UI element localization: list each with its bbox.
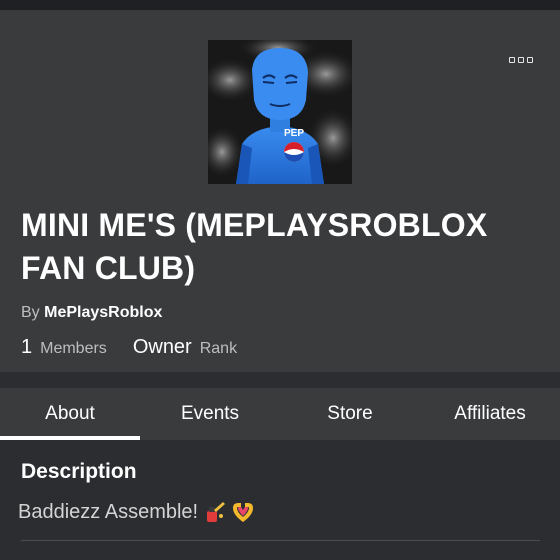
ellipsis-icon — [509, 57, 515, 63]
owner-link[interactable]: MePlaysRoblox — [44, 304, 162, 321]
svg-text:PEP: PEP — [284, 128, 304, 139]
rank-value: Owner — [132, 336, 192, 358]
group-stats: 1 Members Owner Rank — [21, 336, 560, 359]
tab-store[interactable]: Store — [280, 388, 420, 440]
tab-events[interactable]: Events — [140, 388, 280, 440]
nail-polish-icon — [207, 502, 226, 522]
ellipsis-icon — [527, 57, 533, 63]
description-text: Baddiezz Assemble! — [18, 500, 199, 523]
heart-hands-icon — [233, 503, 254, 522]
group-name: MINI ME'S (MEPLAYSROBLOX FAN CLUB) — [21, 207, 488, 286]
about-section: Description Baddiezz Assemble! — [0, 440, 560, 541]
by-label: By — [21, 304, 40, 321]
tab-affiliates[interactable]: Affiliates — [420, 388, 560, 440]
group-emblem: PEP — [208, 40, 352, 184]
group-byline: By MePlaysRoblox — [21, 304, 560, 322]
section-gap — [0, 372, 560, 388]
members-count: 1 — [21, 336, 33, 358]
ellipsis-icon — [518, 57, 524, 63]
group-page: PEP MINI ME'S (MEPLAYSROBLOX FAN CLUB) B… — [0, 0, 560, 560]
group-header: PEP MINI ME'S (MEPLAYSROBLOX FAN CLUB) B… — [0, 10, 560, 372]
tab-about[interactable]: About — [0, 388, 140, 440]
description-body: Baddiezz Assemble! — [18, 500, 560, 524]
description-heading: Description — [21, 460, 137, 483]
more-options-button[interactable] — [506, 52, 536, 68]
members-label: Members — [40, 340, 107, 357]
top-bar — [0, 0, 560, 10]
description-divider — [21, 540, 540, 541]
group-tabs: About Events Store Affiliates — [0, 388, 560, 440]
rank-label: Rank — [199, 340, 238, 357]
